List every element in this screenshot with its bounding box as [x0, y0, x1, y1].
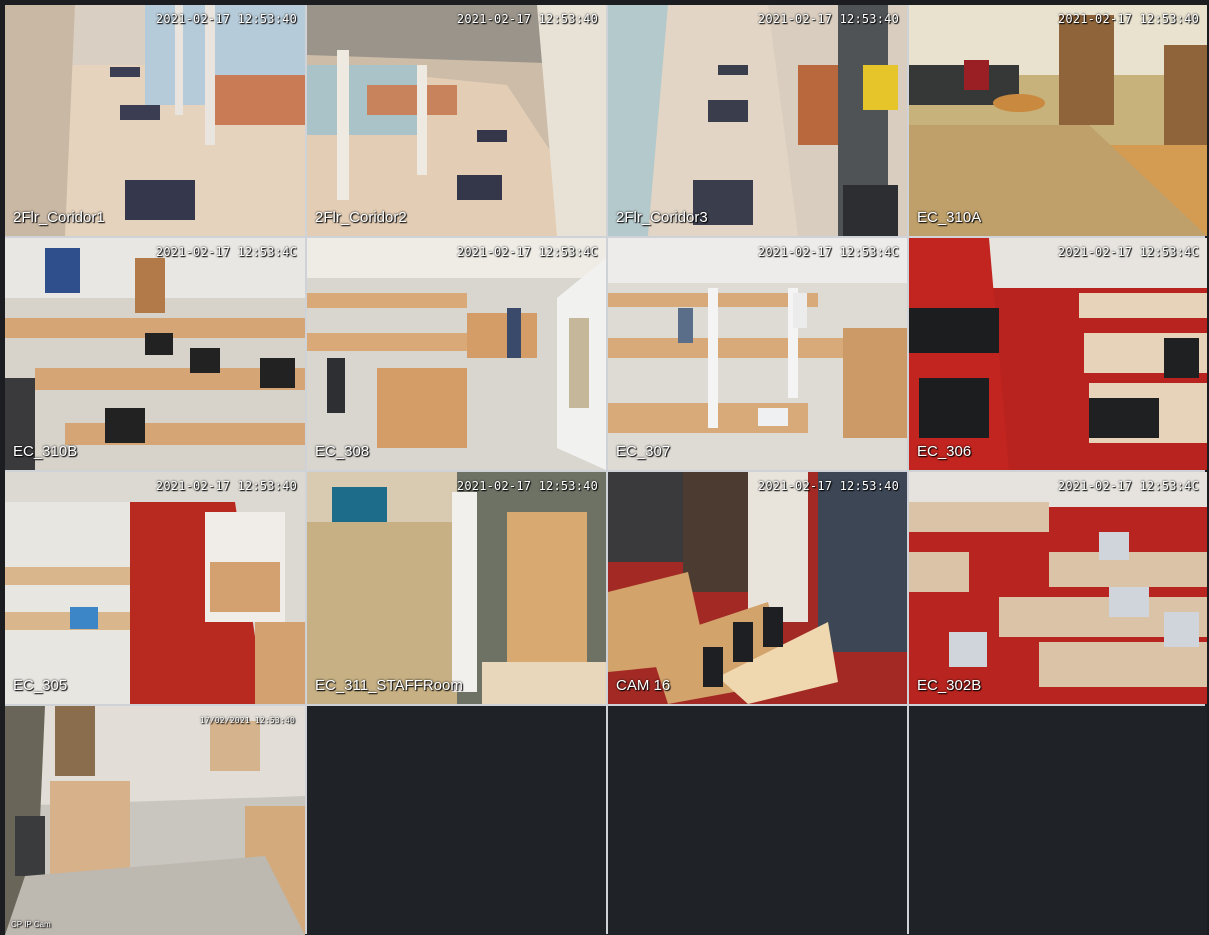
timestamp-overlay: 2021-02-17 12:53:40	[757, 12, 899, 26]
timestamp-overlay: 2021-02-17 12:53:4C	[155, 245, 297, 259]
camera-tile-ec-310a[interactable]: 2021-02-17 12:53:40 EC_310A	[909, 5, 1207, 236]
camera-tile-2flr-coridor1[interactable]: 2021-02-17 12:53:40 2Flr_Coridor1	[5, 5, 305, 236]
camera-tile-cp-ip-cam[interactable]: 17/02/2021 12:53:40 CP IP Cam	[5, 706, 305, 935]
camera-feed-image	[608, 238, 907, 470]
camera-feed-image	[307, 5, 606, 236]
camera-label: CAM 16	[616, 677, 671, 694]
camera-label: EC_310A	[917, 209, 982, 226]
camera-tile-cam-16[interactable]: 2021-02-17 12:53:40 CAM 16	[608, 472, 907, 704]
timestamp-overlay: 2021-02-17 12:53:4C	[757, 245, 899, 259]
camera-tile-ec-307[interactable]: 2021-02-17 12:53:4C EC_307	[608, 238, 907, 470]
camera-feed-image	[5, 238, 305, 470]
timestamp-overlay: 2021-02-17 12:53:4C	[1057, 479, 1199, 493]
timestamp-overlay: 2021-02-17 12:53:40	[155, 12, 297, 26]
timestamp-overlay: 2021-02-17 12:53:40	[155, 479, 297, 493]
camera-feed-image	[5, 706, 305, 935]
camera-label: 2Flr_Coridor1	[13, 209, 105, 226]
camera-tile-2flr-coridor2[interactable]: 2021-02-17 12:53:40 2Flr_Coridor2	[307, 5, 606, 236]
camera-feed-image	[909, 472, 1207, 704]
timestamp-overlay: 2021-02-17 12:53:4C	[1057, 245, 1199, 259]
camera-tile-empty[interactable]	[608, 706, 907, 935]
camera-label: EC_308	[315, 443, 370, 460]
camera-tile-2flr-coridor3[interactable]: 2021-02-17 12:53:40 2Flr_Coridor3	[608, 5, 907, 236]
camera-feed-image	[307, 472, 606, 704]
camera-tile-ec-311-staffroom[interactable]: 2021-02-17 12:53:40 EC_311_STAFFRoom	[307, 472, 606, 704]
timestamp-overlay: 17/02/2021 12:53:40	[199, 716, 295, 725]
camera-tile-empty[interactable]	[909, 706, 1207, 935]
timestamp-overlay: 2021-02-17 12:53:40	[456, 479, 598, 493]
camera-tile-ec-310b[interactable]: 2021-02-17 12:53:4C EC_310B	[5, 238, 305, 470]
camera-label: EC_311_STAFFRoom	[315, 677, 463, 694]
camera-feed-image	[5, 5, 305, 236]
camera-feed-image	[5, 472, 305, 704]
camera-label: EC_310B	[13, 443, 78, 460]
timestamp-overlay: 2021-02-17 12:53:4C	[456, 245, 598, 259]
camera-label: EC_305	[13, 677, 68, 694]
camera-tile-ec-308[interactable]: 2021-02-17 12:53:4C EC_308	[307, 238, 606, 470]
camera-feed-image	[608, 5, 907, 236]
camera-tile-ec-302b[interactable]: 2021-02-17 12:53:4C EC_302B	[909, 472, 1207, 704]
camera-label: EC_306	[917, 443, 972, 460]
camera-tile-ec-305[interactable]: 2021-02-17 12:53:40 EC_305	[5, 472, 305, 704]
camera-feed-image	[909, 238, 1207, 470]
camera-feed-image	[608, 472, 907, 704]
camera-label: CP IP Cam	[11, 920, 51, 929]
camera-feed-image	[307, 238, 606, 470]
camera-label: 2Flr_Coridor2	[315, 209, 407, 226]
camera-label: EC_302B	[917, 677, 982, 694]
camera-grid: 2021-02-17 12:53:40 2Flr_Coridor1 2021-0…	[5, 5, 1207, 935]
camera-label: EC_307	[616, 443, 671, 460]
camera-feed-image	[909, 5, 1207, 236]
timestamp-overlay: 2021-02-17 12:53:40	[1057, 12, 1199, 26]
timestamp-overlay: 2021-02-17 12:53:40	[757, 479, 899, 493]
timestamp-overlay: 2021-02-17 12:53:40	[456, 12, 598, 26]
camera-tile-ec-306[interactable]: 2021-02-17 12:53:4C EC_306	[909, 238, 1207, 470]
camera-tile-empty[interactable]	[307, 706, 606, 935]
camera-label: 2Flr_Coridor3	[616, 209, 708, 226]
